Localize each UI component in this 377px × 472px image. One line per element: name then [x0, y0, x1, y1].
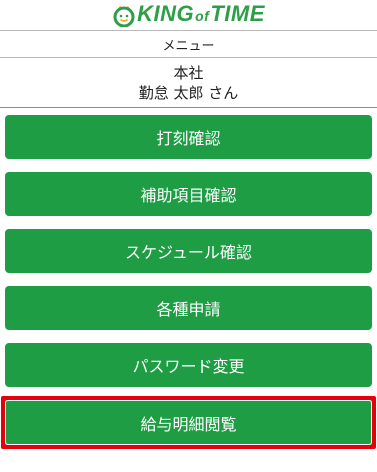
applications-label: 各種申請 [156, 300, 221, 319]
menu-title: メニュー [0, 31, 377, 58]
payslip-view-button[interactable]: 給与明細閲覧 [1, 396, 376, 449]
logo-of: of [195, 8, 210, 24]
logo-wordmark: KINGofTIME [137, 2, 265, 28]
king-of-time-logo: KINGofTIME [112, 2, 265, 28]
payslip-view-button-inner[interactable]: 給与明細閲覧 [5, 400, 372, 445]
punch-check-button[interactable]: 打刻確認 [5, 115, 372, 159]
schedule-check-button[interactable]: スケジュール確認 [5, 229, 372, 273]
punch-check-label: 打刻確認 [156, 129, 221, 148]
payslip-view-label: 給与明細閲覧 [140, 414, 237, 434]
user-name: 勤怠 太郎 さん [138, 83, 239, 102]
change-password-label: パスワード変更 [132, 357, 245, 376]
auxiliary-items-check-button[interactable]: 補助項目確認 [5, 172, 372, 216]
logo-time: TIME [210, 1, 265, 26]
king-of-time-mascot-icon [113, 6, 135, 27]
auxiliary-items-check-label: 補助項目確認 [140, 186, 237, 205]
app-header: KINGofTIME [0, 0, 377, 31]
user-info: 本社 勤怠 太郎 さん [0, 58, 377, 108]
schedule-check-label: スケジュール確認 [125, 243, 252, 262]
logo-king: KING [137, 1, 195, 26]
company-name: 本社 [173, 63, 204, 82]
change-password-button[interactable]: パスワード変更 [5, 343, 372, 387]
applications-button[interactable]: 各種申請 [5, 286, 372, 330]
